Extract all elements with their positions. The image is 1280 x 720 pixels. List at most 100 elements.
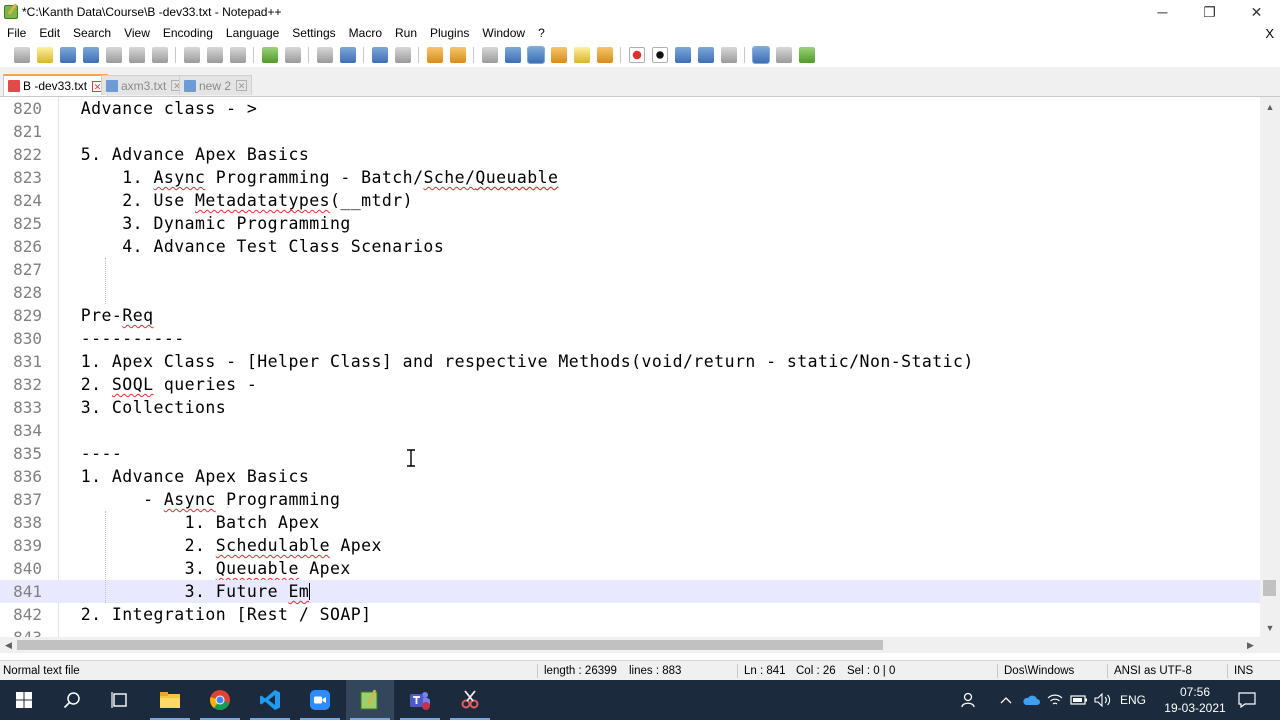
record-macro-icon[interactable] <box>628 47 645 63</box>
replace-icon[interactable] <box>339 47 356 63</box>
current-line[interactable]: 841 3. Future Em <box>0 580 1260 603</box>
editor-line[interactable]: 824 2. Use Metadatatypes(__mtdr) <box>0 189 1260 212</box>
task-view-button[interactable] <box>96 680 144 720</box>
editor-line[interactable]: 833 3. Collections <box>0 396 1260 419</box>
editor-line[interactable]: 839 2. Schedulable Apex <box>0 534 1260 557</box>
save-macro-icon[interactable] <box>720 47 737 63</box>
editor-line[interactable]: 828 <box>0 281 1260 304</box>
save-icon[interactable] <box>59 47 76 63</box>
close-file-icon[interactable] <box>105 47 122 63</box>
text-editor[interactable]: 820 Advance class - > 821 822 5. Advance A… <box>0 97 1260 637</box>
indent-guide-icon[interactable] <box>526 46 545 64</box>
find-icon[interactable] <box>316 47 333 63</box>
menu-view[interactable]: View <box>117 24 156 43</box>
editor-line[interactable]: 825 3. Dynamic Programming <box>0 212 1260 235</box>
spell-check-icon[interactable] <box>751 46 770 64</box>
close-document-button[interactable]: X <box>1265 24 1274 43</box>
cut-icon[interactable] <box>183 47 200 63</box>
status-eol[interactable]: Dos\Windows <box>1004 661 1074 681</box>
copy-icon[interactable] <box>206 47 223 63</box>
word-wrap-icon[interactable] <box>481 47 498 63</box>
editor-line[interactable]: 835 ---- <box>0 442 1260 465</box>
zoom-out-icon[interactable] <box>394 47 411 63</box>
menu-search[interactable]: Search <box>66 24 117 43</box>
tab-axm3[interactable]: axm3.txt ✕ <box>101 75 188 95</box>
editor-line[interactable]: 820 Advance class - > <box>0 97 1260 120</box>
status-insert-mode[interactable]: INS <box>1234 661 1253 681</box>
save-all-icon[interactable] <box>82 47 99 63</box>
editor-line[interactable]: 829 Pre-Req <box>0 304 1260 327</box>
editor-line[interactable]: 823 1. Async Programming - Batch/Sche/Qu… <box>0 166 1260 189</box>
zoom-in-icon[interactable] <box>371 47 388 63</box>
editor-line[interactable]: 834 <box>0 419 1260 442</box>
tab-close-icon[interactable]: ✕ <box>236 80 248 91</box>
horizontal-scroll-thumb[interactable] <box>17 640 883 650</box>
menu-help[interactable]: ? <box>531 24 551 43</box>
editor-line[interactable]: 843 <box>0 626 1260 637</box>
document-map-icon[interactable] <box>573 47 590 63</box>
taskbar-teams[interactable] <box>396 680 444 720</box>
close-all-icon[interactable] <box>128 47 145 63</box>
battery-icon[interactable] <box>1068 680 1090 720</box>
sync-horizontal-icon[interactable] <box>449 47 466 63</box>
paste-icon[interactable] <box>229 47 246 63</box>
start-button[interactable] <box>0 680 48 720</box>
new-file-icon[interactable] <box>13 47 30 63</box>
stop-recording-icon[interactable] <box>651 47 668 63</box>
taskbar-file-explorer[interactable] <box>146 680 194 720</box>
menu-file[interactable]: File <box>0 24 32 43</box>
scroll-left-icon[interactable]: ◀ <box>0 637 17 653</box>
menu-run[interactable]: Run <box>388 24 423 43</box>
editor-line[interactable]: 821 <box>0 120 1260 143</box>
menu-settings[interactable]: Settings <box>285 24 341 43</box>
editor-line[interactable]: 830 ---------- <box>0 327 1260 350</box>
redo-icon[interactable] <box>284 47 301 63</box>
editor-line[interactable]: 838 1. Batch Apex <box>0 511 1260 534</box>
editor-line[interactable]: 826 4. Advance Test Class Scenarios <box>0 235 1260 258</box>
print-icon[interactable] <box>151 47 168 63</box>
menu-edit[interactable]: Edit <box>32 24 66 43</box>
taskbar-chrome[interactable] <box>196 680 244 720</box>
minimize-button[interactable]: ─ <box>1139 0 1186 24</box>
scroll-right-icon[interactable]: ▶ <box>1242 637 1259 653</box>
editor-line[interactable]: 822 5. Advance Apex Basics <box>0 143 1260 166</box>
system-clock[interactable]: 07:56 19-03-2021 <box>1160 684 1230 716</box>
taskbar-zoom[interactable] <box>296 680 344 720</box>
editor-line[interactable]: 831 1. Apex Class - [Helper Class] and r… <box>0 350 1260 373</box>
menu-language[interactable]: Language <box>219 24 285 43</box>
undo-icon[interactable] <box>261 47 278 63</box>
show-all-characters-icon[interactable] <box>504 47 521 63</box>
vertical-scroll-thumb[interactable] <box>1263 580 1276 596</box>
editor-line[interactable]: 827 <box>0 258 1260 281</box>
show-hidden-icons-icon[interactable] <box>996 680 1016 720</box>
editor-line[interactable]: 840 3. Queuable Apex <box>0 557 1260 580</box>
menu-encoding[interactable]: Encoding <box>156 24 219 43</box>
restore-button[interactable]: ❐ <box>1186 0 1233 24</box>
people-icon[interactable] <box>958 680 982 720</box>
run-macro-multiple-icon[interactable] <box>697 47 714 63</box>
sync-vertical-icon[interactable] <box>426 47 443 63</box>
playback-macro-icon[interactable] <box>674 47 691 63</box>
editor-line[interactable]: 836 1. Advance Apex Basics <box>0 465 1260 488</box>
wifi-icon[interactable] <box>1044 680 1066 720</box>
taskbar-search-button[interactable] <box>48 680 96 720</box>
taskbar-app-red[interactable] <box>446 680 494 720</box>
taskbar-notepad-plus-plus[interactable] <box>346 680 394 720</box>
open-file-icon[interactable] <box>36 47 53 63</box>
taskbar-vscode[interactable] <box>246 680 294 720</box>
editor-line[interactable]: 842 2. Integration [Rest / SOAP] <box>0 603 1260 626</box>
spell-check-change-icon[interactable] <box>798 47 815 63</box>
close-button[interactable]: ✕ <box>1233 0 1280 24</box>
menu-window[interactable]: Window <box>475 24 531 43</box>
scroll-up-icon[interactable]: ▲ <box>1260 99 1280 115</box>
volume-icon[interactable] <box>1092 680 1114 720</box>
vertical-scrollbar[interactable]: ▲ ▼ <box>1260 97 1280 637</box>
tab-b-dev33[interactable]: B -dev33.txt ✕ <box>3 74 109 96</box>
input-language[interactable]: ENG <box>1118 680 1148 720</box>
scroll-down-icon[interactable]: ▼ <box>1260 620 1280 636</box>
user-language-icon[interactable] <box>550 47 567 63</box>
menu-plugins[interactable]: Plugins <box>423 24 475 43</box>
status-encoding[interactable]: ANSI as UTF-8 <box>1114 661 1192 681</box>
notifications-icon[interactable] <box>1232 680 1262 720</box>
editor-line[interactable]: 837 - Async Programming <box>0 488 1260 511</box>
